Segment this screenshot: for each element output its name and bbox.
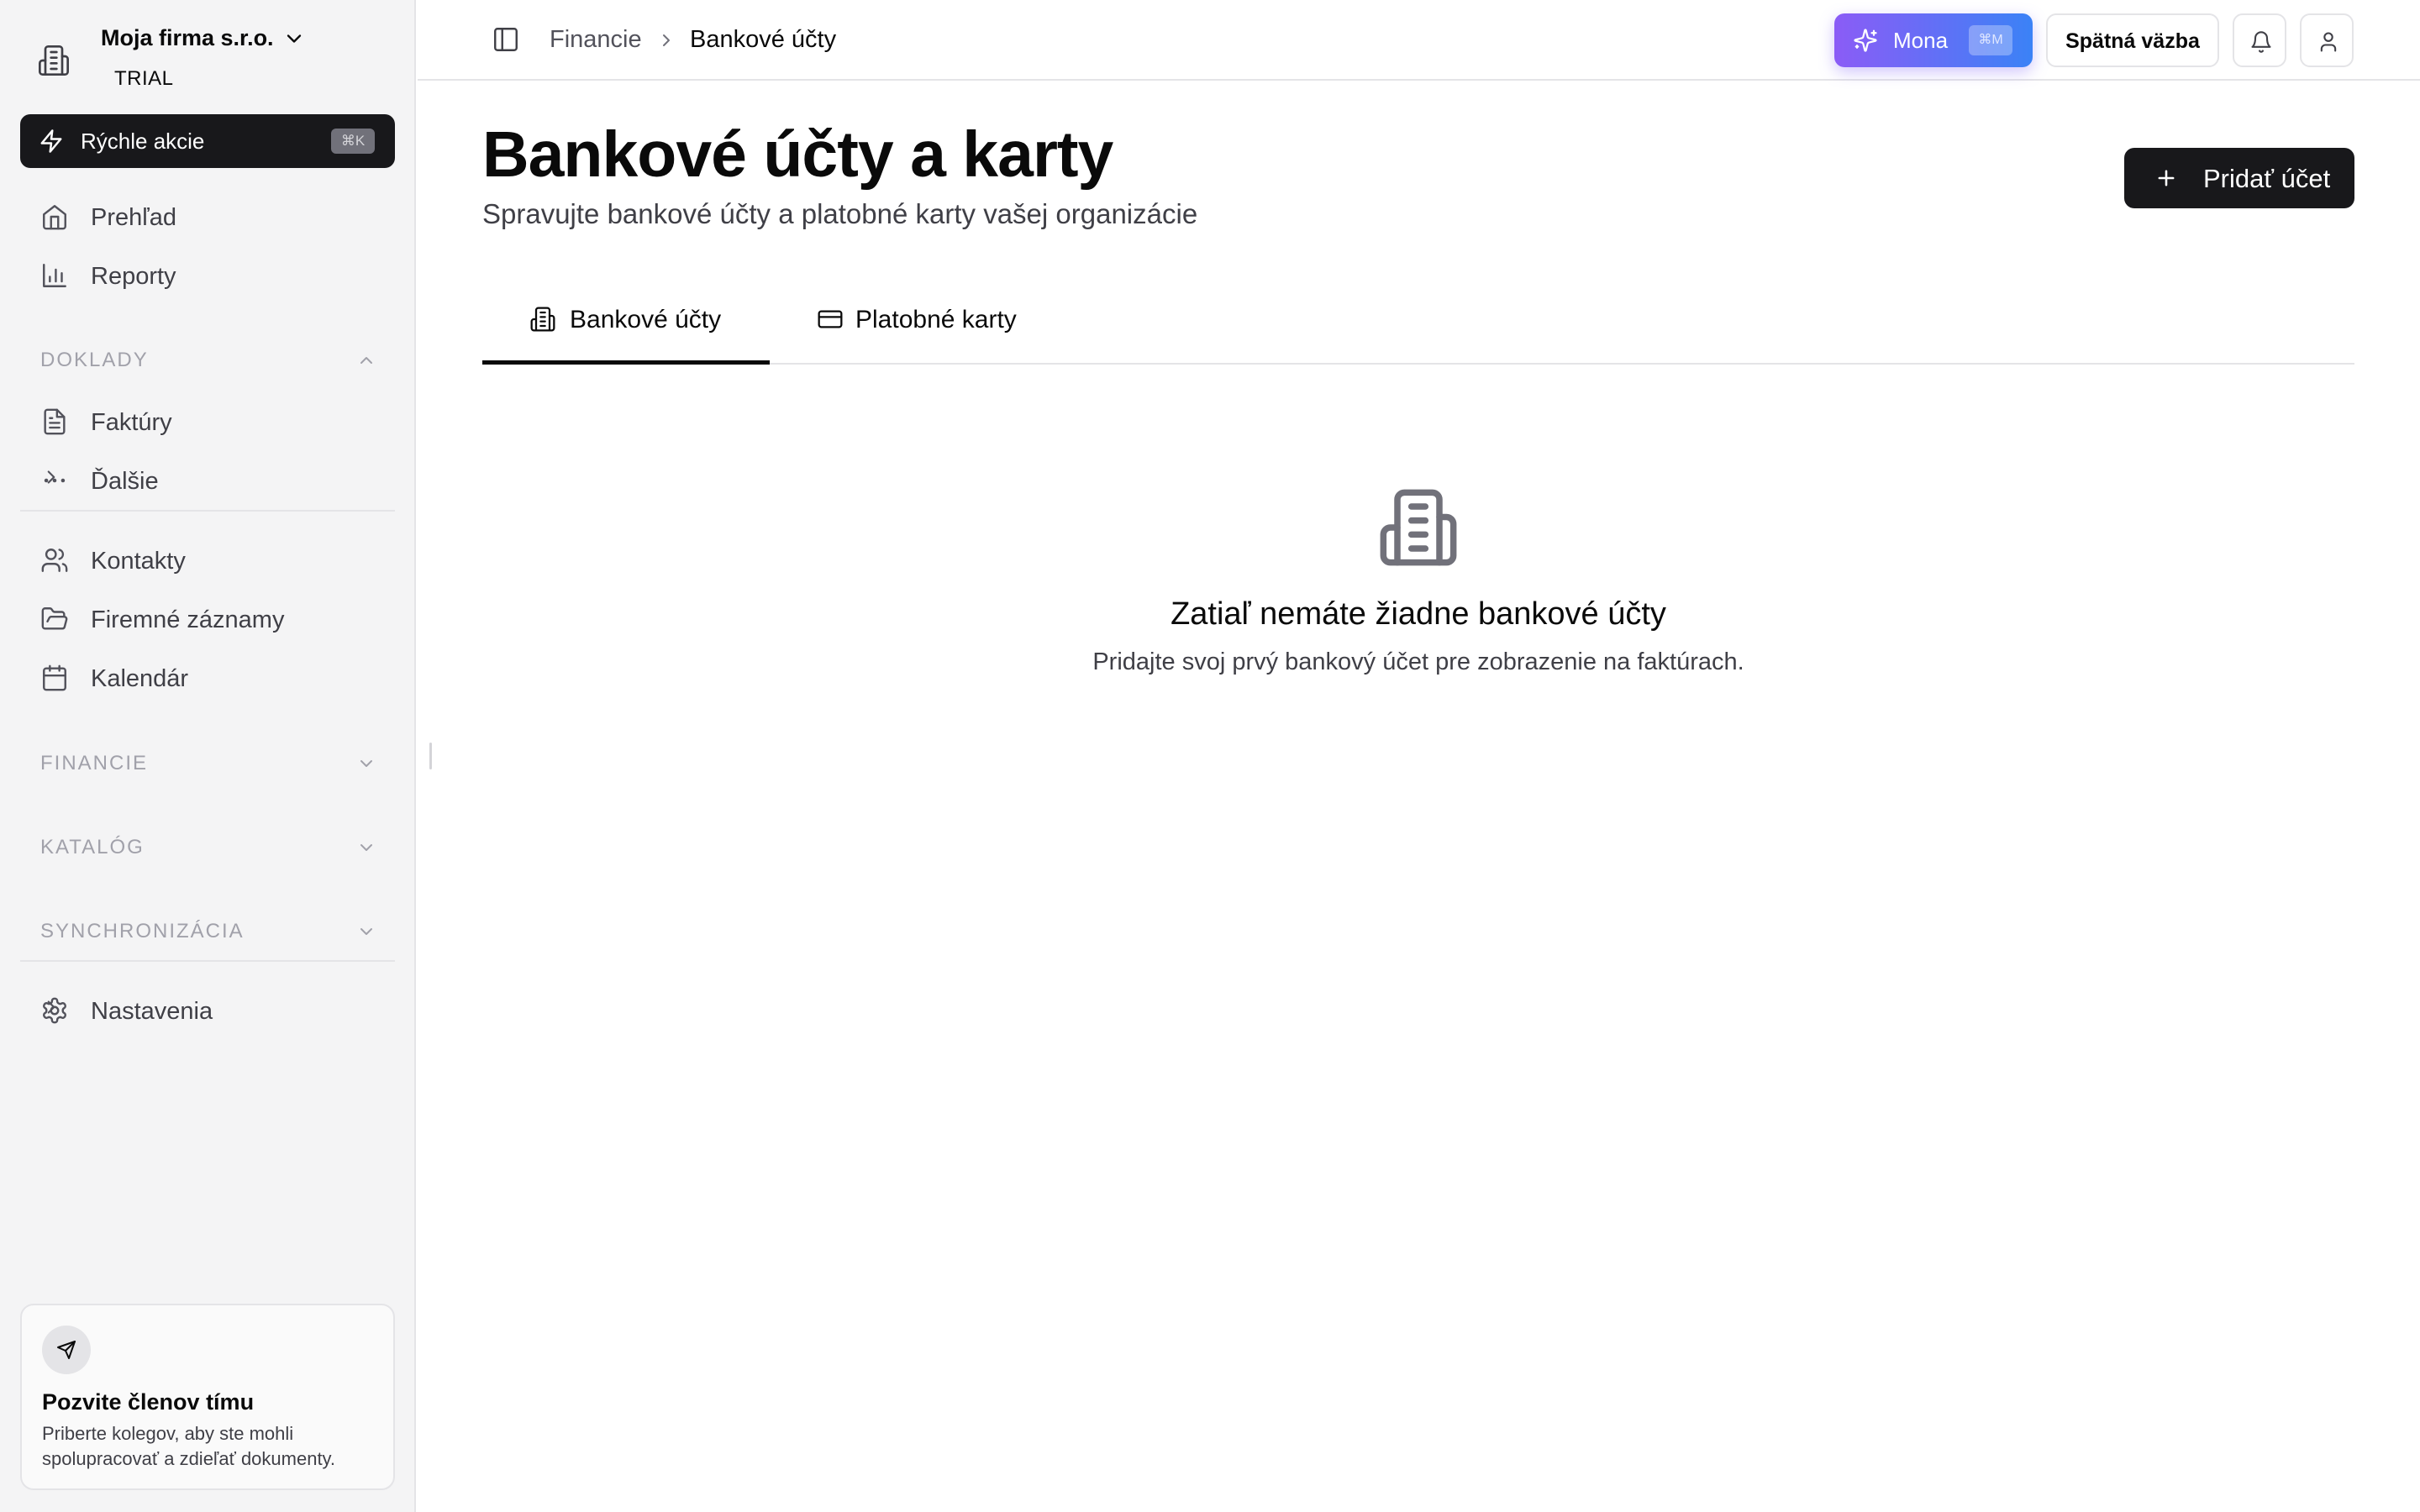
building-icon [1380, 489, 1457, 566]
send-icon [57, 1341, 76, 1359]
sidebar-item-label: Ďalšie [91, 468, 159, 495]
chevron-down-icon [360, 928, 372, 935]
invite-text: Priberte kolegov, aby ste mohli spolupra… [42, 1423, 336, 1469]
sidebar-item-label: Firemné záznamy [91, 606, 285, 633]
chevron-down-icon [360, 844, 372, 851]
sidebar-divider [20, 960, 395, 962]
add-account-label: Pridať účet [2203, 164, 2331, 193]
chevron-down-icon [287, 34, 302, 43]
document-icon [44, 408, 66, 435]
tab-platobne-karty[interactable]: Platobné karty [817, 282, 1052, 365]
sidebar-item-label: Kontakty [91, 548, 186, 575]
chevron-up-icon [360, 357, 372, 364]
section-label: DOKLADY [40, 349, 149, 371]
tab-label: Platobné karty [855, 306, 1017, 333]
chevron-down-icon [360, 760, 372, 767]
sidebar-resize-handle[interactable] [429, 743, 432, 769]
sidebar-item-label: Faktúry [91, 409, 172, 436]
app-root: Moja firma s.r.o. TRIAL Rýchle akcie ⌘K … [0, 0, 2420, 1512]
section-doklady[interactable]: DOKLADY [40, 344, 376, 377]
quick-actions-label: Rýchle akcie [81, 129, 205, 154]
sidebar-item-prehlad[interactable]: Prehľad [20, 189, 395, 243]
sidebar-item-kontakty[interactable]: Kontakty [20, 533, 395, 586]
org-switcher[interactable]: Moja firma s.r.o. TRIAL [20, 18, 390, 96]
users-icon [41, 549, 68, 572]
quick-actions-button[interactable]: Rýchle akcie ⌘K [20, 114, 395, 168]
sidebar-item-nastavenia[interactable]: Nastavenia [20, 983, 395, 1037]
section-label: KATALÓG [40, 836, 145, 858]
plus-icon [2158, 170, 2175, 186]
sidebar-item-label: Reporty [91, 263, 176, 290]
building-icon [530, 307, 555, 332]
tabs: Bankové účty Platobné karty [482, 282, 2354, 365]
sidebar-item-reporty[interactable]: Reporty [20, 248, 395, 302]
chevron-right-icon [663, 34, 670, 46]
section-financie[interactable]: FINANCIE [40, 747, 376, 780]
sidebar-item-faktury[interactable]: Faktúry [20, 394, 395, 448]
section-label: FINANCIE [40, 752, 149, 774]
sidebar-divider [20, 510, 395, 512]
folder-icon [41, 607, 68, 630]
section-katalog[interactable]: KATALÓG [40, 831, 376, 864]
mona-label: Mona [1893, 28, 1949, 53]
notifications-button[interactable] [2233, 13, 2286, 67]
quick-actions-shortcut: ⌘K [331, 129, 375, 154]
feedback-label: Spätná väzba [2065, 29, 2200, 53]
plan-badge: TRIAL [114, 67, 174, 90]
building-icon [39, 45, 69, 76]
tab-label: Bankové účty [570, 306, 722, 333]
feedback-button[interactable]: Spätná väzba [2046, 13, 2219, 67]
sparkles-icon [1854, 29, 1877, 52]
page-subtitle: Spravujte bankové účty a platobné karty … [482, 198, 1198, 229]
invite-card[interactable]: Pozvite členov tímu Priberte kolegov, ab… [20, 1304, 395, 1490]
sidebar-item-firemne-zaznamy[interactable]: Firemné záznamy [20, 591, 395, 645]
calendar-icon [43, 664, 66, 691]
user-icon [2320, 32, 2337, 52]
home-icon [43, 205, 66, 230]
lightning-icon [40, 129, 62, 153]
sidebar-item-label: Kalendár [91, 665, 189, 692]
sidebar-item-kalendar[interactable]: Kalendár [20, 650, 395, 704]
bar-chart-icon [43, 264, 66, 287]
invite-icon-badge [42, 1326, 91, 1374]
mona-ai-button[interactable]: Mona ⌘M [1834, 13, 2033, 67]
invite-title: Pozvite členov tímu [42, 1389, 255, 1415]
sidebar-item-label: Nastavenia [91, 998, 213, 1025]
empty-state-text: Pridajte svoj prvý bankový účet pre zobr… [1092, 648, 1744, 675]
sidebar-toggle-icon[interactable] [492, 25, 520, 54]
topbar: Financie Bankové účty Mona ⌘M Spätná väz… [418, 0, 2420, 81]
page-title: Bankové účty a karty [482, 118, 1113, 191]
chevron-right-icon [47, 1000, 55, 1014]
sidebar-item-label: Prehľad [91, 204, 176, 231]
tab-bankove-ucty[interactable]: Bankové účty [482, 282, 770, 365]
breadcrumb-current: Bankové účty [690, 26, 837, 53]
section-label: SYNCHRONIZÁCIA [40, 920, 245, 942]
breadcrumb-financie[interactable]: Financie [550, 26, 642, 54]
org-name: Moja firma s.r.o. [101, 25, 274, 50]
sidebar-item-dalsie[interactable]: Ďalšie [20, 453, 395, 507]
add-account-button[interactable]: Pridať účet [2124, 148, 2354, 208]
bell-icon [2251, 31, 2271, 53]
mona-shortcut: ⌘M [1969, 25, 2012, 55]
user-menu-button[interactable] [2300, 13, 2354, 67]
empty-state-title: Zatiaľ nemáte žiadne bankové účty [1171, 596, 1666, 632]
chevron-right-icon [47, 470, 55, 484]
section-synchronizacia[interactable]: SYNCHRONIZÁCIA [40, 915, 376, 948]
sidebar: Moja firma s.r.o. TRIAL Rýchle akcie ⌘K … [0, 0, 416, 1512]
credit-card-icon [818, 310, 843, 328]
